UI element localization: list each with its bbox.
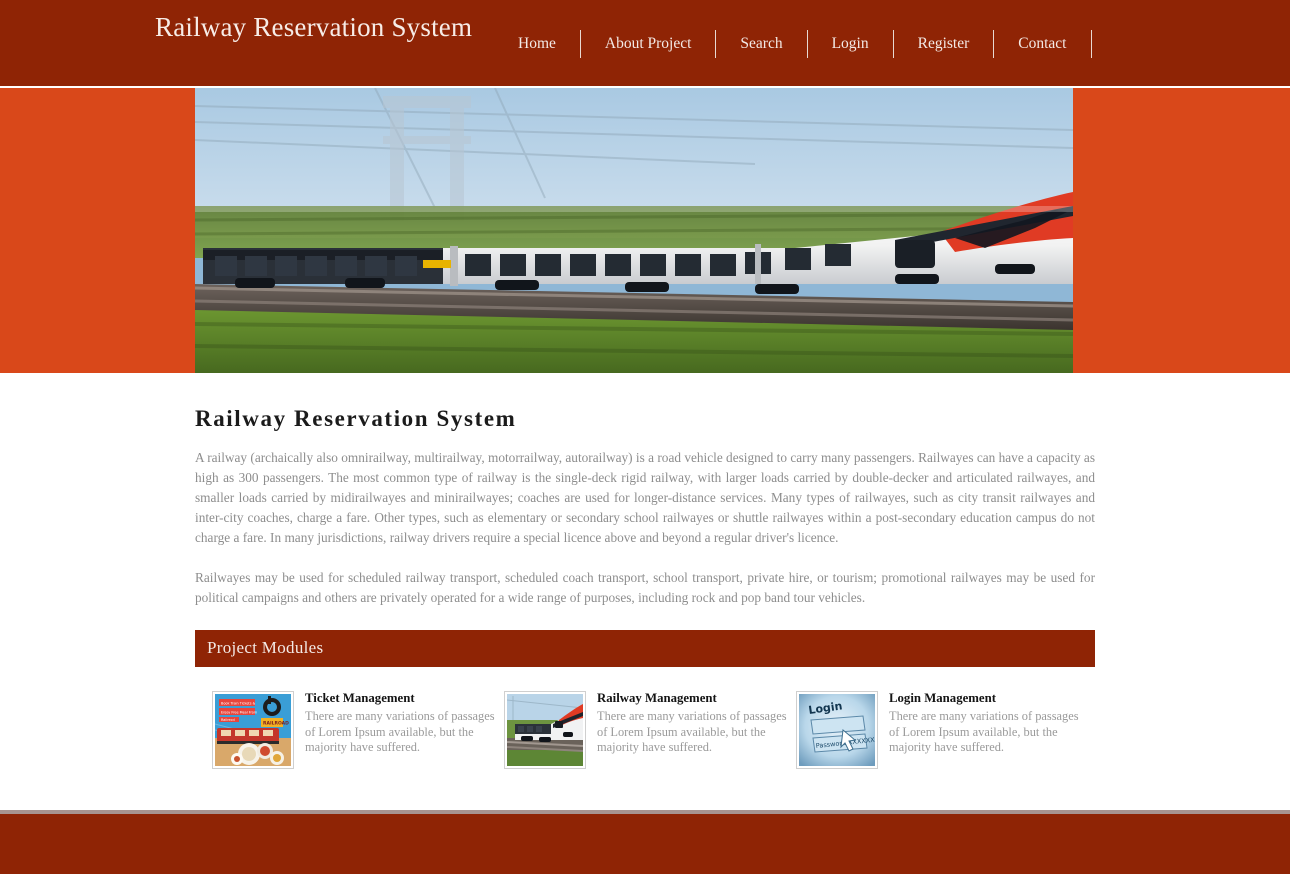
module-card-railway-management[interactable]: Railway Management There are many variat… [504,691,796,769]
hero-train-image [195,88,1073,373]
site-header: Railway Reservation System Home About Pr… [0,0,1290,86]
module-text-ticket-management: Ticket Management There are many variati… [305,691,495,756]
site-footer [0,814,1290,874]
module-text-railway-management: Railway Management There are many variat… [597,691,787,756]
svg-text:Book Train Tickets &: Book Train Tickets & [221,702,256,706]
svg-text:Railrecd: Railrecd [221,718,235,722]
nav-link-contact[interactable]: Contact [1018,30,1066,58]
module-card-ticket-management[interactable]: Book Train Tickets & Enjoy Free Meal Fro… [212,691,504,769]
nav-link-register[interactable]: Register [918,30,970,58]
page-title: Railway Reservation System [195,406,517,431]
module-card-login-management[interactable]: Login Password XXXXXX Login Management T… [796,691,1088,769]
module-title-ticket-management: Ticket Management [305,691,415,705]
nav-item-contact[interactable]: Contact [994,30,1092,58]
svg-text:RAILROAD: RAILROAD [263,721,289,727]
intro-paragraph-1: A railway (archaically also omnirailway,… [195,450,1095,545]
nav-link-about-project[interactable]: About Project [605,30,692,58]
nav-link-search[interactable]: Search [740,30,782,58]
project-modules-grid: Book Train Tickets & Enjoy Free Meal Fro… [212,691,1102,769]
intro-paragraph-2: Railwayes may be used for scheduled rail… [195,570,1095,605]
main-content: Railway Reservation System A railway (ar… [0,373,1290,813]
module-text-login-management: Login Management There are many variatio… [889,691,1079,756]
module-description-login-management: There are many variations of passages of… [889,709,1079,754]
hero-band [0,88,1290,373]
module-title-login-management: Login Management [889,691,996,705]
nav-item-search[interactable]: Search [716,30,808,58]
svg-text:Enjoy Free Meal From: Enjoy Free Meal From [221,711,258,715]
nav-item-login[interactable]: Login [808,30,894,58]
main-navigation: Home About Project Search Login Register… [500,30,1092,58]
nav-item-home[interactable]: Home [500,30,581,58]
nav-link-home[interactable]: Home [518,30,556,58]
project-modules-heading: Project Modules [195,630,1095,667]
ticket-management-thumbnail-icon: Book Train Tickets & Enjoy Free Meal Fro… [212,691,294,769]
content-container: Railway Reservation System A railway (ar… [195,406,1095,769]
login-management-thumbnail-icon: Login Password XXXXXX [796,691,878,769]
railway-management-thumbnail-icon [504,691,586,769]
module-description-ticket-management: There are many variations of passages of… [305,709,495,754]
module-title-railway-management: Railway Management [597,691,717,705]
brand-title: Railway Reservation System [155,12,473,42]
module-description-railway-management: There are many variations of passages of… [597,709,787,754]
nav-item-register[interactable]: Register [894,30,995,58]
nav-item-about-project[interactable]: About Project [581,30,717,58]
nav-link-login[interactable]: Login [832,30,869,58]
